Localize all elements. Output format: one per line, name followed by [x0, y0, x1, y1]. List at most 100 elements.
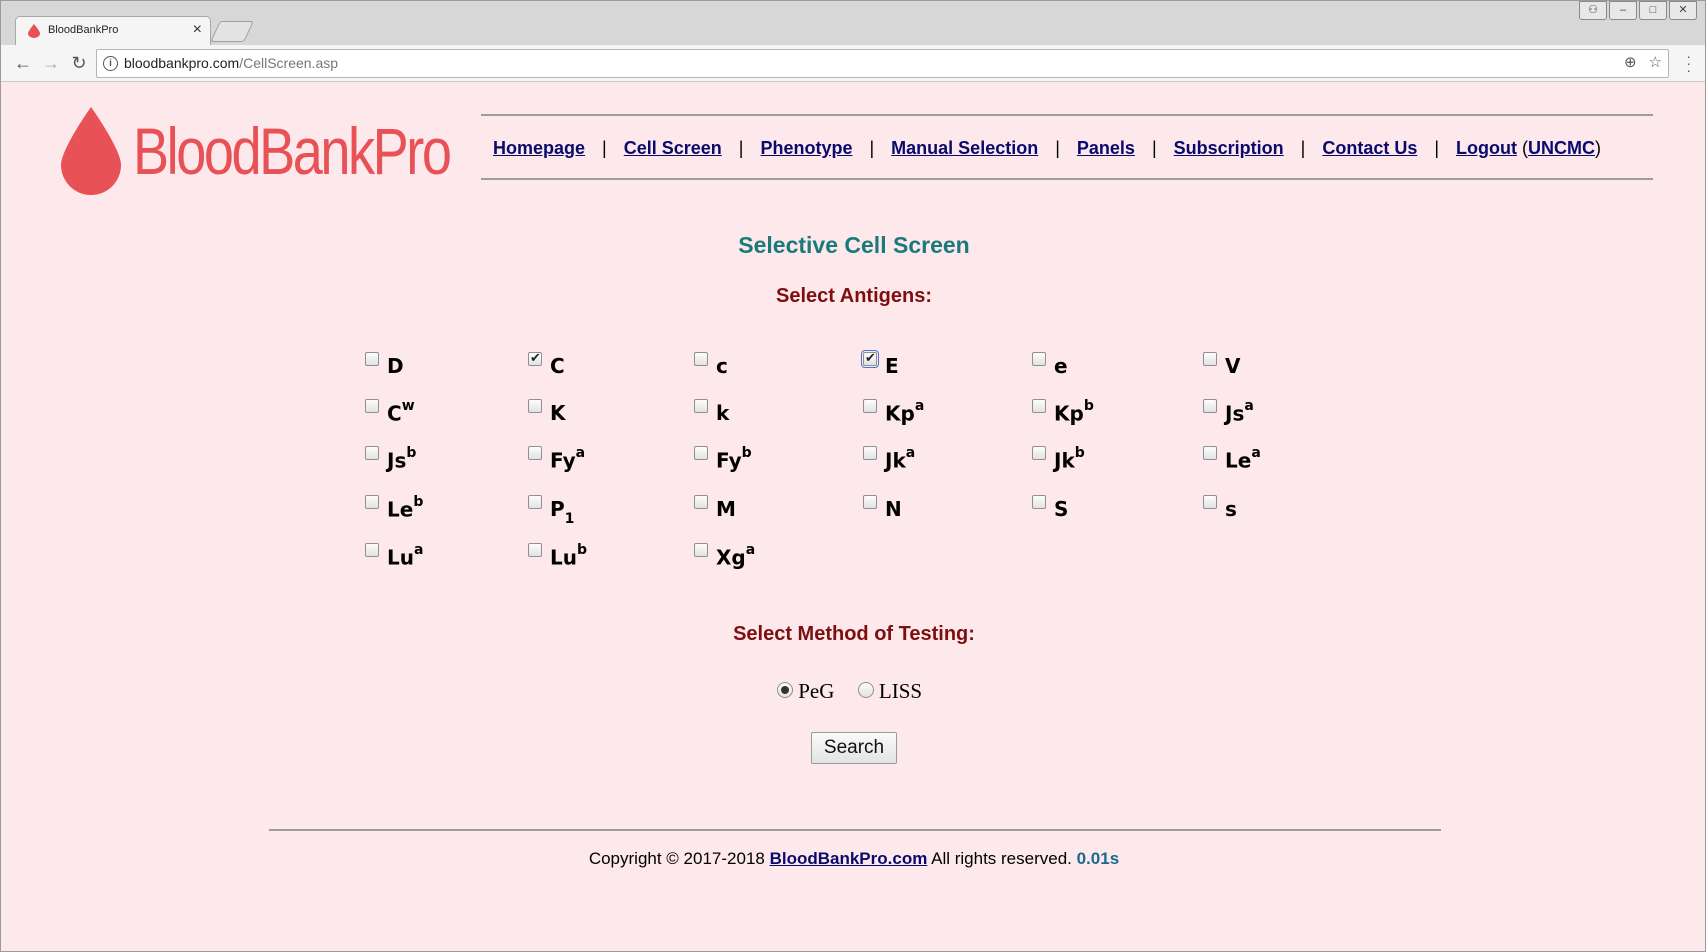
antigen-option[interactable]: E [861, 350, 1043, 380]
antigen-superscript: a [575, 445, 586, 461]
antigen-checkbox[interactable] [1032, 352, 1046, 366]
browser-tab[interactable]: BloodBankPro × [15, 16, 211, 46]
antigen-base: Fy [716, 448, 742, 473]
antigen-option[interactable]: Fya [528, 444, 708, 474]
antigen-checkbox[interactable] [365, 495, 379, 509]
antigen-option[interactable]: Kpb [1032, 397, 1212, 427]
antigen-checkbox[interactable] [528, 495, 542, 509]
page-content: BloodBankPro Homepage | Cell Screen | Phenot… [1, 82, 1705, 951]
antigen-option[interactable]: s [1203, 493, 1383, 523]
antigen-checkbox[interactable] [861, 350, 879, 368]
tab-close-icon[interactable]: × [193, 21, 202, 39]
antigen-label: Jka [885, 445, 915, 473]
antigen-checkbox[interactable] [1203, 446, 1217, 460]
profile-icon[interactable]: ⚇ [1579, 1, 1607, 20]
antigen-option[interactable]: S [1032, 493, 1212, 523]
tab-strip: BloodBankPro × ⚇ – □ ✕ [1, 1, 1705, 46]
antigen-option[interactable]: M [694, 493, 874, 523]
antigen-checkbox[interactable] [863, 495, 877, 509]
antigen-checkbox[interactable] [365, 399, 379, 413]
antigen-checkbox[interactable] [1203, 352, 1217, 366]
antigen-checkbox[interactable] [1032, 399, 1046, 413]
nav-panels[interactable]: Panels [1077, 138, 1135, 158]
antigen-option[interactable]: Xga [694, 541, 874, 571]
bookmark-star-icon[interactable]: ☆ [1649, 53, 1662, 71]
antigen-checkbox[interactable] [863, 399, 877, 413]
minimize-button[interactable]: – [1609, 1, 1637, 20]
nav-homepage[interactable]: Homepage [493, 138, 585, 158]
antigen-option[interactable]: Fyb [694, 444, 874, 474]
antigen-base: Kp [1054, 401, 1084, 426]
antigen-checkbox[interactable] [694, 543, 708, 557]
antigen-base: Jk [885, 448, 906, 473]
antigen-checkbox[interactable] [863, 446, 877, 460]
antigen-option[interactable]: Cw [365, 397, 545, 427]
nav-cell-screen[interactable]: Cell Screen [624, 138, 722, 158]
method-option-peg[interactable]: PeG [777, 679, 834, 703]
antigen-checkbox[interactable] [365, 352, 379, 366]
nav-phenotype[interactable]: Phenotype [760, 138, 852, 158]
antigen-option[interactable]: Jkb [1032, 444, 1212, 474]
url-text[interactable]: bloodbankpro.com/CellScreen.asp [124, 55, 338, 71]
nav-subscription[interactable]: Subscription [1174, 138, 1284, 158]
nav-manual-selection[interactable]: Manual Selection [891, 138, 1038, 158]
antigen-option[interactable]: Lub [528, 541, 708, 571]
antigen-option[interactable]: D [365, 350, 545, 380]
antigen-checkbox[interactable] [694, 399, 708, 413]
antigen-option[interactable]: C [528, 350, 708, 380]
close-window-button[interactable]: ✕ [1669, 1, 1697, 20]
antigen-checkbox[interactable] [1032, 446, 1046, 460]
zoom-icon[interactable]: ⊕ [1624, 53, 1637, 71]
antigen-option[interactable]: Lua [365, 541, 545, 571]
antigen-checkbox[interactable] [694, 352, 708, 366]
antigen-option[interactable]: c [694, 350, 874, 380]
info-icon[interactable]: i [103, 56, 118, 71]
antigen-option[interactable]: Kpa [863, 397, 1043, 427]
antigen-checkbox[interactable] [528, 350, 542, 366]
antigen-checkbox[interactable] [528, 446, 542, 460]
radio-liss[interactable] [857, 682, 874, 699]
antigen-checkbox[interactable] [694, 446, 708, 460]
back-arrow-icon[interactable]: ← [11, 51, 35, 75]
window-controls: ⚇ – □ ✕ [1577, 1, 1697, 20]
forward-arrow-icon[interactable]: → [39, 51, 63, 75]
antigen-option[interactable]: Jsb [365, 444, 545, 474]
search-button[interactable]: Search [811, 732, 897, 764]
nav-user-link[interactable]: UNCMC [1528, 138, 1595, 158]
antigen-option[interactable]: N [863, 493, 1043, 523]
antigen-checkbox[interactable] [1203, 399, 1217, 413]
antigen-base: N [885, 497, 902, 521]
antigen-checkbox[interactable] [1032, 495, 1046, 509]
method-option-liss[interactable]: LISS [857, 679, 922, 703]
antigen-option[interactable]: Leb [365, 493, 545, 523]
antigen-option[interactable]: P1 [528, 493, 708, 527]
antigen-checkbox[interactable] [528, 399, 542, 413]
antigen-option[interactable]: V [1203, 350, 1383, 380]
antigen-base: S [1054, 497, 1069, 521]
maximize-button[interactable]: □ [1639, 1, 1667, 20]
antigen-subscript: 1 [564, 511, 575, 527]
browser-menu-icon[interactable]: · · · [1686, 49, 1691, 77]
antigen-checkbox[interactable] [528, 543, 542, 557]
address-bar[interactable]: i bloodbankpro.com/CellScreen.asp ⊕ ☆ [96, 49, 1669, 78]
antigen-checkbox[interactable] [1203, 495, 1217, 509]
antigen-checkbox[interactable] [365, 543, 379, 557]
nav-contact-us[interactable]: Contact Us [1322, 138, 1417, 158]
antigen-option[interactable]: Jsa [1203, 397, 1383, 427]
antigen-option[interactable]: k [694, 397, 874, 427]
radio-peg[interactable] [777, 682, 793, 699]
antigen-checkbox[interactable] [694, 495, 708, 509]
reload-icon[interactable]: ↻ [67, 51, 91, 75]
footer-site-link[interactable]: BloodBankPro.com [770, 849, 928, 868]
antigen-base: Lu [550, 545, 577, 570]
site-logo[interactable]: BloodBankPro [61, 107, 461, 197]
antigen-label: Jsb [387, 445, 416, 473]
antigen-option[interactable]: Jka [863, 444, 1043, 474]
antigen-option[interactable]: Lea [1203, 444, 1383, 474]
new-tab-button[interactable] [210, 21, 254, 42]
antigen-checkbox[interactable] [365, 446, 379, 460]
nav-logout[interactable]: Logout [1456, 138, 1517, 158]
antigen-option[interactable]: e [1032, 350, 1212, 380]
antigen-option[interactable]: K [528, 397, 708, 427]
antigen-superscript: a [413, 542, 424, 558]
